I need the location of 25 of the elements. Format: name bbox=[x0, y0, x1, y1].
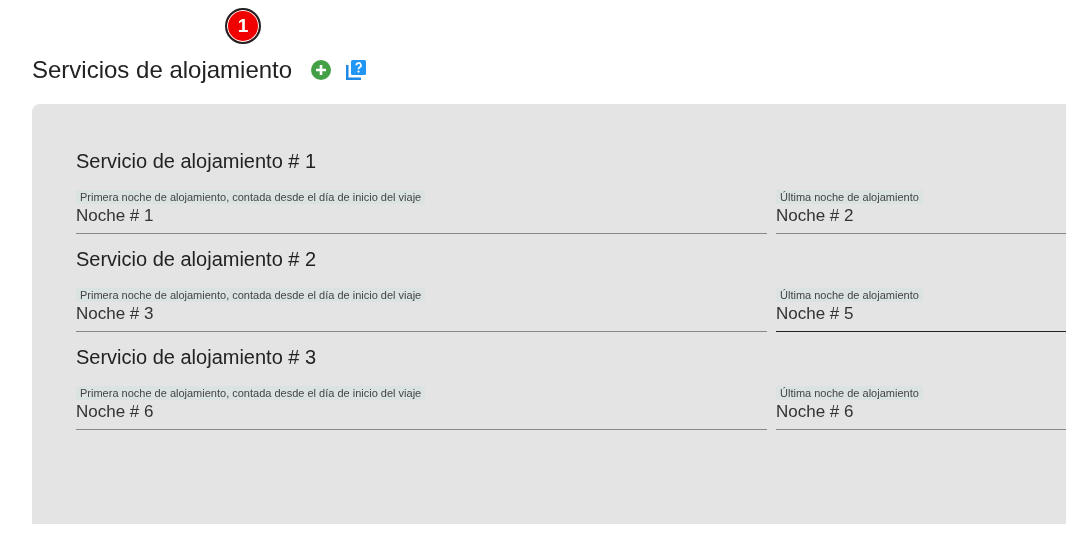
field-value: Noche # 1 bbox=[76, 206, 155, 226]
night-field[interactable]: Última noche de alojamiento Noche # 5 bbox=[776, 285, 1066, 332]
field-value: Noche # 6 bbox=[776, 402, 855, 422]
section-title: Servicios de alojamiento bbox=[32, 56, 293, 84]
field-label: Última noche de alojamiento bbox=[776, 386, 923, 400]
field-label: Última noche de alojamiento bbox=[776, 190, 923, 204]
field-label: Última noche de alojamiento bbox=[776, 288, 923, 302]
night-field[interactable]: Primera noche de alojamiento, contada desde el día de inicio del viaje Noche # 1 bbox=[76, 187, 767, 234]
field-value: Noche # 2 bbox=[776, 206, 855, 226]
help-icon[interactable] bbox=[344, 58, 369, 82]
service-heading: Servicio de alojamiento # 2 bbox=[76, 248, 318, 271]
night-field[interactable]: Última noche de alojamiento Noche # 2 bbox=[776, 187, 1066, 234]
step-badge: 1 bbox=[225, 8, 261, 44]
field-value: Noche # 5 bbox=[776, 304, 855, 324]
service-heading: Servicio de alojamiento # 1 bbox=[76, 150, 318, 173]
night-field[interactable]: Primera noche de alojamiento, contada desde el día de inicio del viaje Noche # 6 bbox=[76, 383, 767, 430]
field-label: Primera noche de alojamiento, contada desde el día de inicio del viaje bbox=[76, 190, 426, 204]
night-field[interactable]: Última noche de alojamiento Noche # 6 bbox=[776, 383, 1066, 430]
field-value: Noche # 6 bbox=[76, 402, 155, 422]
service-heading: Servicio de alojamiento # 3 bbox=[76, 346, 318, 369]
add-icon[interactable] bbox=[310, 59, 333, 81]
night-field[interactable]: Primera noche de alojamiento, contada desde el día de inicio del viaje Noche # 3 bbox=[76, 285, 767, 332]
field-label: Primera noche de alojamiento, contada desde el día de inicio del viaje bbox=[76, 386, 426, 400]
field-value: Noche # 3 bbox=[76, 304, 155, 324]
field-label: Primera noche de alojamiento, contada desde el día de inicio del viaje bbox=[76, 288, 426, 302]
